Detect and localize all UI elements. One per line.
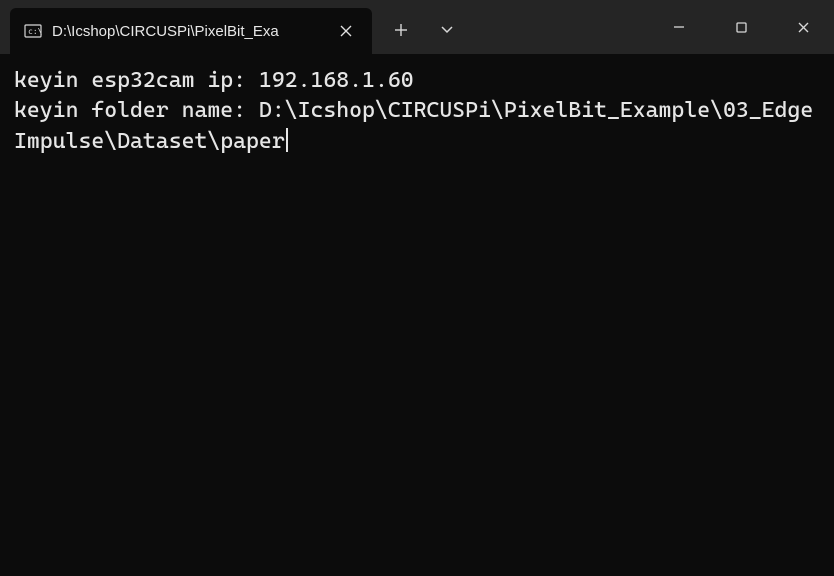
window-controls xyxy=(648,0,834,54)
active-tab[interactable]: c:\ D:\Icshop\CIRCUSPi\PixelBit_Exa xyxy=(10,8,372,54)
chevron-down-icon xyxy=(440,25,454,35)
text-cursor xyxy=(286,128,288,152)
input-value: 192.168.1.60 xyxy=(259,68,414,93)
titlebar-drag-area[interactable] xyxy=(470,0,648,54)
tab-controls xyxy=(378,0,470,54)
prompt-text: keyin esp32cam ip: xyxy=(14,68,259,93)
minimize-button[interactable] xyxy=(648,0,710,54)
terminal-area[interactable]: keyin esp32cam ip: 192.168.1.60 keyin fo… xyxy=(0,54,834,576)
close-icon xyxy=(797,21,810,34)
tab-close-button[interactable] xyxy=(332,17,360,45)
minimize-icon xyxy=(672,20,686,34)
plus-icon xyxy=(394,23,408,37)
svg-text:c:\: c:\ xyxy=(28,27,42,36)
tab-dropdown-button[interactable] xyxy=(424,7,470,53)
close-icon xyxy=(340,25,352,37)
tab-title: D:\Icshop\CIRCUSPi\PixelBit_Exa xyxy=(52,23,322,40)
titlebar: c:\ D:\Icshop\CIRCUSPi\PixelBit_Exa xyxy=(0,0,834,54)
new-tab-button[interactable] xyxy=(378,7,424,53)
prompt-text: keyin folder name: xyxy=(14,98,259,123)
window-close-button[interactable] xyxy=(772,0,834,54)
cmd-icon: c:\ xyxy=(24,22,42,40)
maximize-button[interactable] xyxy=(710,0,772,54)
maximize-icon xyxy=(735,21,748,34)
